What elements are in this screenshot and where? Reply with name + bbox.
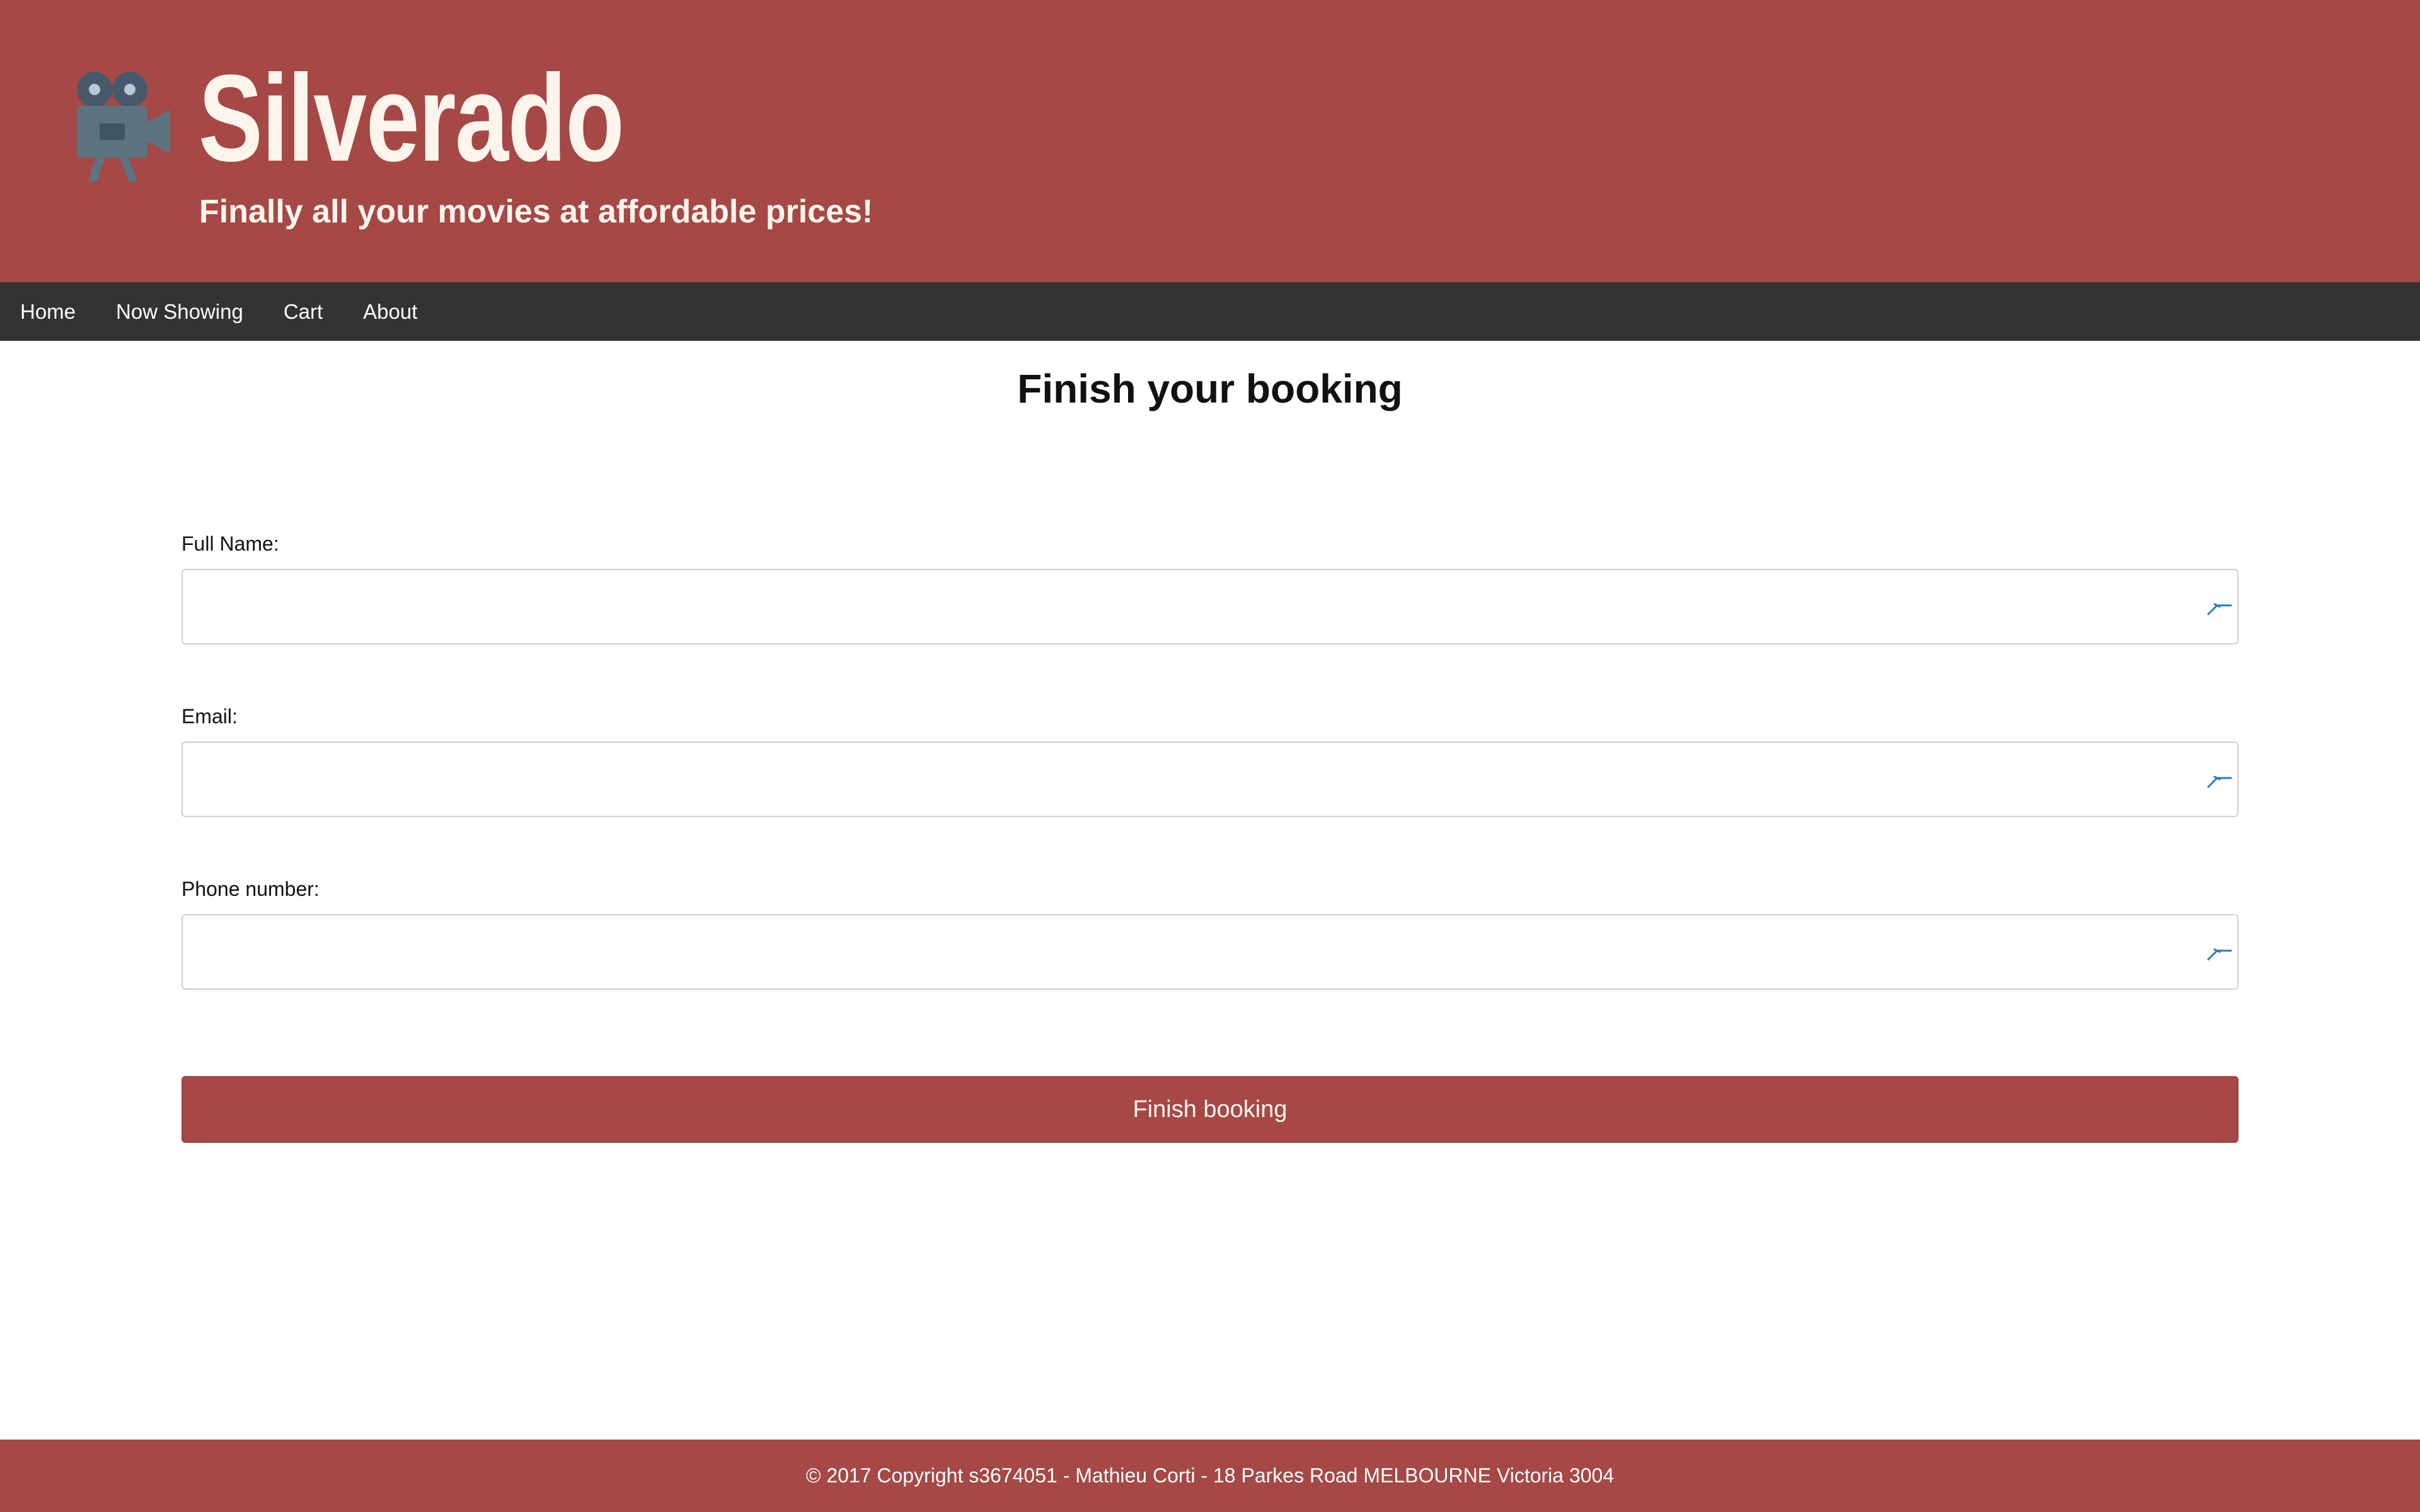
finish-booking-button[interactable]: Finish booking [182, 1076, 2238, 1143]
autofill-key-icon[interactable] [2206, 942, 2233, 962]
nav-item-about[interactable]: About [343, 282, 437, 341]
nav-item-now-showing[interactable]: Now Showing [96, 282, 263, 341]
page-title: Finish your booking [1017, 366, 1403, 411]
site-title: Silverado [199, 49, 625, 187]
movie-camera-icon [77, 72, 170, 181]
full-name-field[interactable] [182, 569, 2238, 644]
phone-label: Phone number: [182, 878, 320, 900]
site-header: Silverado Finally all your movies at aff… [0, 0, 2420, 282]
site-tagline: Finally all your movies at affordable pr… [199, 193, 873, 230]
site-footer: © 2017 Copyright s3674051 - Mathieu Cort… [0, 1440, 2420, 1512]
nav-item-cart[interactable]: Cart [263, 282, 343, 341]
email-field[interactable] [182, 742, 2238, 817]
footer-copyright: © 2017 Copyright s3674051 - Mathieu Cort… [805, 1464, 1615, 1487]
nav-item-home[interactable]: Home [0, 282, 96, 341]
email-label: Email: [182, 705, 238, 728]
main-nav: Home Now Showing Cart About [0, 282, 2420, 341]
autofill-key-icon[interactable] [2206, 769, 2233, 789]
full-name-label: Full Name: [182, 532, 279, 555]
page: Silverado Finally all your movies at aff… [0, 0, 2420, 1512]
phone-field[interactable] [182, 914, 2238, 990]
autofill-key-icon[interactable] [2206, 597, 2233, 617]
